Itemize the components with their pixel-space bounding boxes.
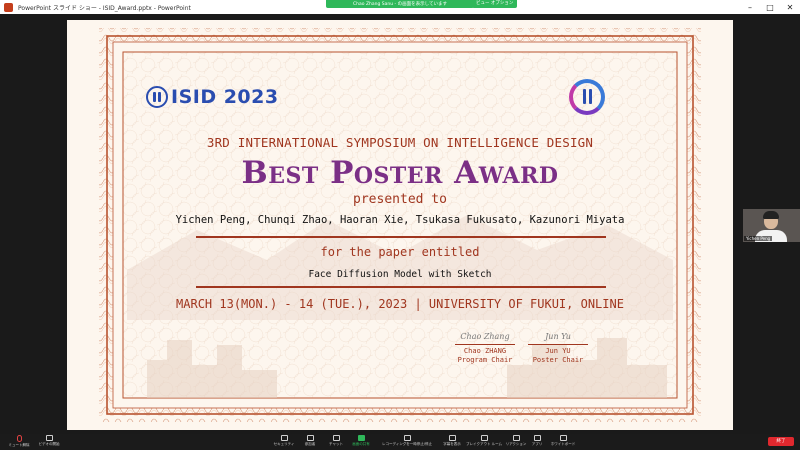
captions-button[interactable]: 字幕を表示 [440,435,464,447]
participants-label: 参加者 [304,442,316,446]
signer-name: Chao ZHANG [463,347,507,355]
window-controls: – □ ✕ [740,0,800,14]
symposium-title: 3RD INTERNATIONAL SYMPOSIUM ON INTELLIGE… [206,135,594,150]
view-options-button[interactable]: ビュー オプション [472,0,518,8]
chat-bubble-icon [332,435,340,441]
signature-line [455,344,515,345]
isid-logo: ISID 2023 [146,86,279,108]
whiteboard-label: ホワイトボード [550,442,576,446]
isid-logo-icon [146,86,168,108]
screen-share-banner[interactable]: Chao Zhang Sanu - の画面を表示しています [326,0,474,8]
whiteboard-icon [559,435,567,441]
isid-logo-text: ISID 2023 [171,86,279,108]
smiley-icon [512,435,520,441]
minimize-button[interactable]: – [740,3,760,12]
participant-name: Yichen Peng [744,236,773,241]
recording-button[interactable]: レコーディングを一時停止/停止 [376,435,438,447]
record-icon [403,435,411,441]
zoom-meeting-screen: PowerPoint スライド ショー - ISID_Award.pptx - … [0,0,800,450]
signer-role: Program Chair [457,356,513,364]
participants-icon [306,435,314,441]
security-label: セキュリティ [273,442,295,446]
participants-button[interactable]: 参加者 [298,435,322,447]
apps-button[interactable]: アプリ [528,435,546,447]
security-button[interactable]: セキュリティ [270,435,298,447]
author-underline [196,236,606,238]
share-screen-icon [357,435,365,441]
presented-to-label: presented to [353,192,447,207]
paper-underline [196,286,606,288]
paper-title: Face Diffusion Model with Sketch [308,269,492,280]
meeting-toolbar: ミュート解除 ビデオの開始 セキュリティ 参加者 チャット 画面の共有 レコーデ… [0,434,800,450]
signature-image: Chao Zhang [460,332,510,341]
reactions-button[interactable]: リアクション [504,435,528,447]
award-title: Best Poster Award [241,155,559,191]
reactions-label: リアクション [505,442,527,446]
participant-hair [763,211,779,219]
participant-video-tile[interactable]: Yichen Peng [743,209,800,242]
breakout-rooms-label: ブレイクアウト ルーム [466,442,502,446]
powerpoint-icon [4,2,13,12]
breakout-rooms-icon [480,435,488,441]
start-video-button[interactable]: ビデオの開始 [34,435,64,447]
event-date-venue: MARCH 13(MON.) - 14 (TUE.), 2023 | UNIVE… [176,297,624,311]
recording-label: レコーディングを一時停止/停止 [382,442,432,446]
signer-name: Jun YU [545,347,571,355]
cc-icon [448,435,456,441]
signature-image: Jun Yu [545,332,571,341]
captions-label: 字幕を表示 [443,442,461,446]
chat-label: チャット [329,442,343,446]
window-title: PowerPoint スライド ショー - ISID_Award.pptx - … [18,4,191,12]
signature-poster-chair: Jun Yu Jun YU Poster Chair [522,332,594,365]
end-meeting-button[interactable]: 終了 [768,437,794,446]
signature-program-chair: Chao Zhang Chao ZHANG Program Chair [449,332,521,365]
maximize-button[interactable]: □ [760,3,780,12]
chat-button[interactable]: チャット [324,435,348,447]
whiteboard-button[interactable]: ホワイトボード [548,435,578,447]
unmute-label: ミュート解除 [8,443,30,447]
signer-role: Poster Chair [532,356,584,364]
author-list: Yichen Peng, Chunqi Zhao, Haoran Xie, Ts… [175,214,625,226]
share-banner-text: Chao Zhang Sanu - の画面を表示しています [353,2,447,7]
apps-grid-icon [533,435,541,441]
share-screen-label: 画面の共有 [352,442,370,446]
apps-label: アプリ [531,442,543,446]
start-video-label: ビデオの開始 [38,442,60,446]
isid-emblem-icon [569,79,605,115]
signature-line [528,344,588,345]
for-paper-label: for the paper entitled [320,245,480,259]
video-camera-icon [45,435,53,441]
share-screen-button[interactable]: 画面の共有 [348,435,374,447]
shield-icon [280,435,288,441]
close-button[interactable]: ✕ [780,3,800,12]
breakout-rooms-button[interactable]: ブレイクアウト ルーム [466,435,502,447]
shared-slide: ISID 2023 3RD INTERNATIONAL SYMPOSIUM ON… [67,20,733,430]
unmute-button[interactable]: ミュート解除 [4,435,34,448]
microphone-muted-icon [16,435,22,442]
